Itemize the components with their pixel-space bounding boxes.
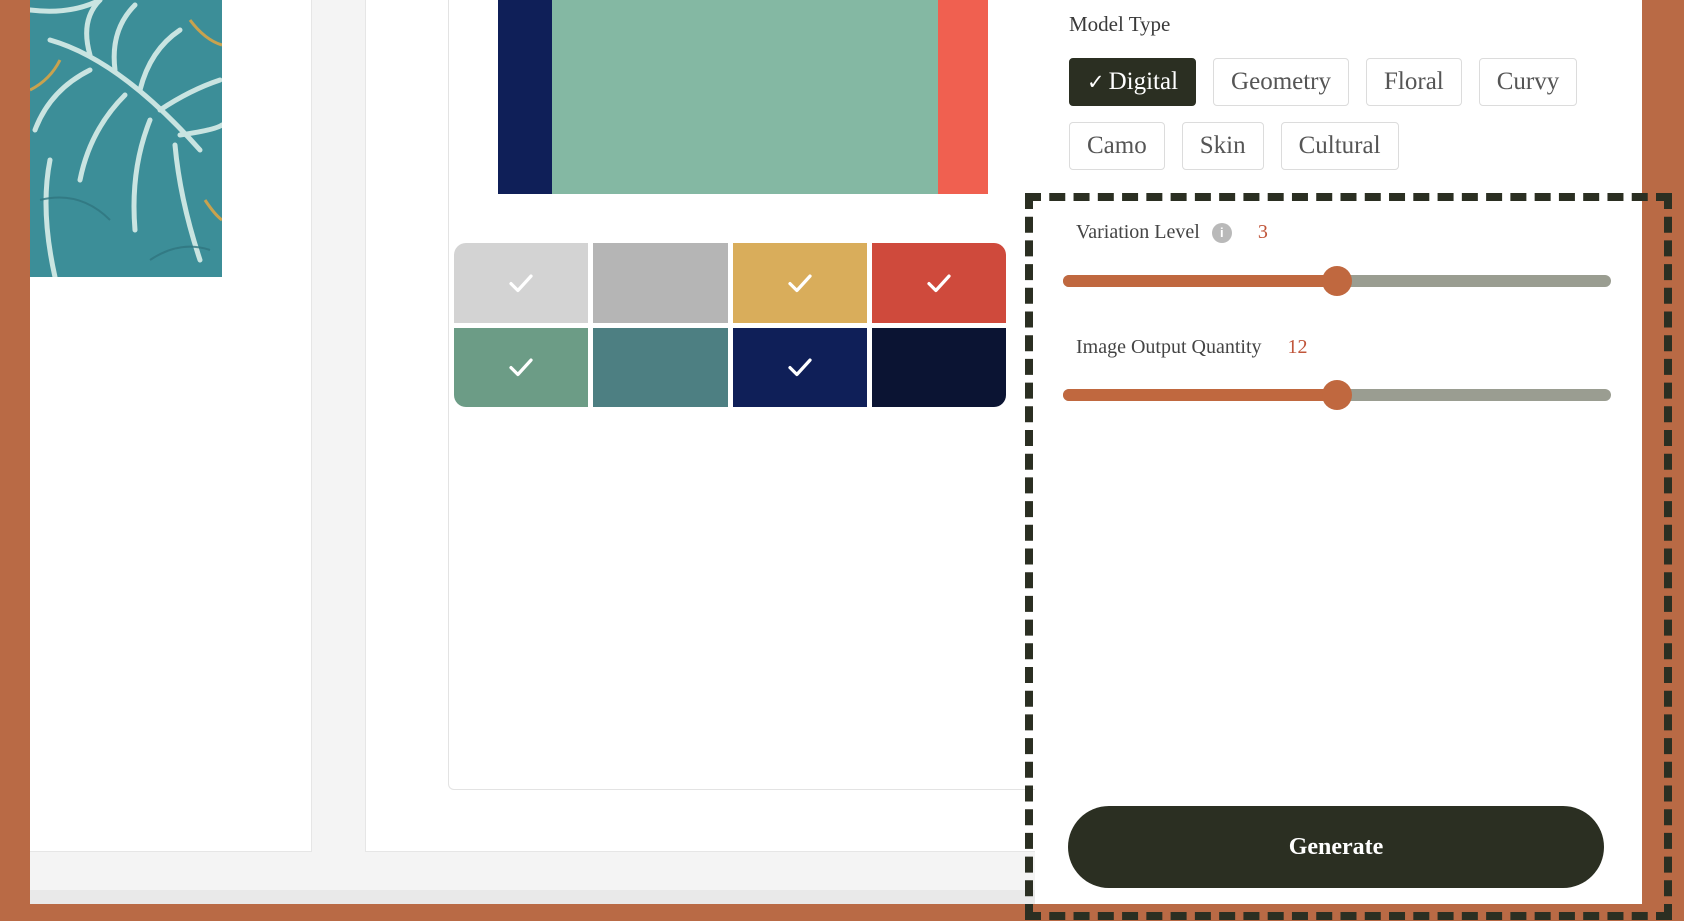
palm-leaf-pattern-image bbox=[30, 0, 222, 277]
pattern-thumbnail[interactable] bbox=[30, 0, 222, 277]
color-swatch[interactable] bbox=[871, 327, 1006, 407]
chip-label: Camo bbox=[1087, 132, 1147, 159]
variation-level-value: 3 bbox=[1257, 221, 1268, 243]
color-swatch-grid bbox=[454, 243, 1006, 407]
info-icon[interactable]: i bbox=[1211, 222, 1232, 243]
chip-label: Geometry bbox=[1231, 68, 1332, 95]
check-icon bbox=[509, 358, 533, 377]
model-type-chip-floral[interactable]: Floral bbox=[1366, 58, 1462, 106]
image-output-quantity-label-row: Image Output Quantity 12 bbox=[1076, 336, 1308, 359]
color-swatch[interactable] bbox=[454, 243, 589, 323]
image-output-quantity-label: Image Output Quantity bbox=[1076, 336, 1262, 358]
chip-label: Digital bbox=[1108, 68, 1179, 95]
preview-stripe-left bbox=[498, 0, 552, 194]
model-type-chip-skin[interactable]: Skin bbox=[1181, 122, 1264, 170]
slider-fill bbox=[1063, 275, 1337, 287]
image-output-quantity-value: 12 bbox=[1287, 336, 1308, 358]
check-icon bbox=[927, 274, 951, 292]
model-type-label: Model Type bbox=[1069, 12, 1171, 36]
settings-panel: Model Type ✓ Digital Geometry Floral Curvy Ca… bbox=[1035, 0, 1642, 904]
chip-label: Curvy bbox=[1496, 68, 1560, 95]
check-icon: ✓ bbox=[1087, 70, 1105, 94]
check-icon bbox=[509, 274, 533, 292]
image-output-quantity-slider[interactable] bbox=[1063, 380, 1611, 410]
generate-button[interactable]: Generate bbox=[1068, 806, 1604, 888]
variation-level-label-row: Variation Level i 3 bbox=[1076, 221, 1268, 244]
chip-label: Skin bbox=[1199, 132, 1246, 159]
slider-thumb[interactable] bbox=[1322, 266, 1352, 296]
model-type-chips: ✓ Digital Geometry Floral Curvy Camo Skin Cultu… bbox=[1069, 58, 1609, 170]
model-type-chip-digital[interactable]: ✓ Digital bbox=[1069, 58, 1197, 106]
chip-label: Floral bbox=[1384, 68, 1444, 95]
slider-thumb[interactable] bbox=[1322, 380, 1352, 410]
model-type-chip-cultural[interactable]: Cultural bbox=[1280, 122, 1399, 170]
preview-stripe-middle bbox=[552, 0, 938, 194]
pattern-panel bbox=[30, 0, 312, 852]
variation-level-slider[interactable] bbox=[1063, 266, 1611, 296]
color-swatch[interactable] bbox=[454, 327, 589, 407]
color-swatch[interactable] bbox=[593, 243, 728, 323]
color-swatch[interactable] bbox=[871, 243, 1006, 323]
preview-stripe-right bbox=[938, 0, 988, 194]
check-icon bbox=[788, 358, 812, 377]
slider-fill bbox=[1063, 389, 1337, 401]
color-swatch[interactable] bbox=[732, 243, 867, 323]
color-preview bbox=[498, 0, 988, 194]
model-type-chip-geometry[interactable]: Geometry bbox=[1213, 58, 1350, 106]
color-swatch[interactable] bbox=[732, 327, 867, 407]
check-icon bbox=[788, 274, 812, 292]
model-type-chip-camo[interactable]: Camo bbox=[1069, 122, 1165, 170]
chip-label: Cultural bbox=[1298, 132, 1381, 159]
model-type-chip-curvy[interactable]: Curvy bbox=[1478, 58, 1578, 106]
color-swatch[interactable] bbox=[593, 327, 728, 407]
variation-level-label: Variation Level bbox=[1076, 221, 1200, 243]
